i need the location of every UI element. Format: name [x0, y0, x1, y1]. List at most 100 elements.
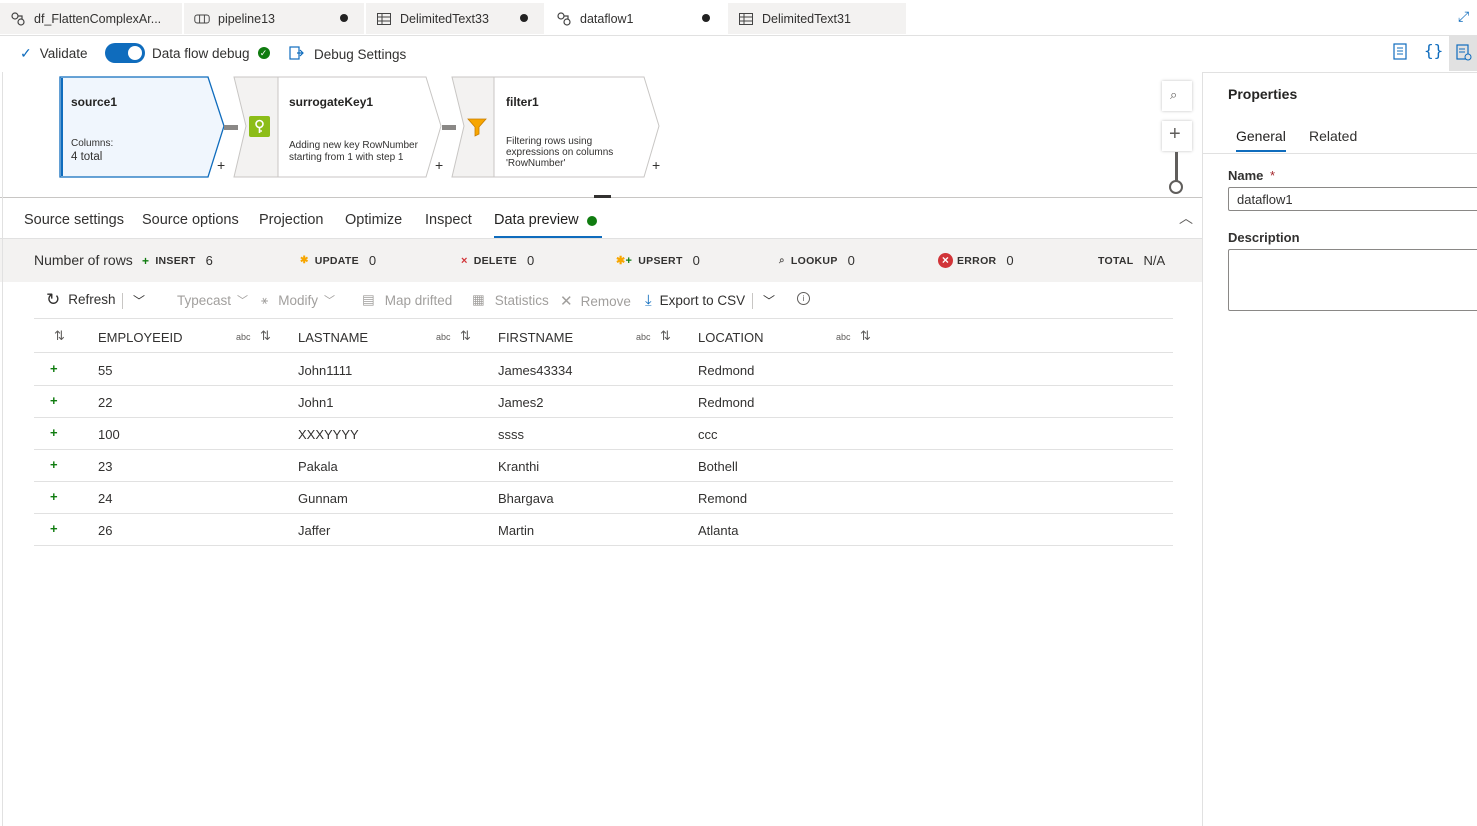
name-input-value: dataflow1 [1237, 192, 1293, 207]
info-icon[interactable]: i [797, 292, 810, 305]
config-panel-tabs: Source settings Source options Projectio… [0, 198, 1202, 239]
tab-df-flatten[interactable]: df_FlattenComplexAr... [0, 3, 182, 34]
debug-settings-button[interactable]: Debug Settings [288, 45, 406, 64]
column-header-location[interactable]: LOCATION [698, 330, 764, 345]
search-icon: ⌕ [1170, 87, 1178, 102]
insert-plus-icon: + [142, 253, 150, 268]
remove-button[interactable]: ✕ Remove [560, 292, 631, 310]
canvas-search-button[interactable]: ⌕ [1162, 81, 1192, 111]
zoom-slider-thumb[interactable] [1169, 180, 1183, 194]
add-transform-icon[interactable]: + [217, 157, 225, 173]
tab-label: df_FlattenComplexAr... [34, 11, 162, 26]
column-header-employeeid[interactable]: EMPLOYEEID [98, 330, 183, 345]
statistics-button[interactable]: ▦ Statistics [472, 292, 549, 308]
refresh-button[interactable]: ↻ Refresh [46, 291, 116, 308]
debug-toggle[interactable]: Data flow debug ✓ [105, 43, 270, 63]
surrogate-node-desc-1: Adding new key RowNumber [289, 140, 418, 151]
map-drifted-button[interactable]: ▤ Map drifted [362, 292, 452, 308]
delete-x-icon: × [461, 254, 468, 267]
stat-update-value: 0 [368, 253, 377, 268]
export-dropdown-chevron-icon[interactable]: ﹀ [763, 292, 775, 309]
name-field-label: Name * [1228, 168, 1275, 183]
tab-related[interactable]: Related [1309, 128, 1357, 144]
tab-data-preview[interactable]: Data preview [494, 212, 579, 228]
refresh-dropdown-chevron-icon[interactable]: ﹀ [133, 292, 145, 309]
cell-location: Redmond [698, 363, 755, 378]
sort-icon[interactable]: ⇅ [460, 328, 471, 344]
tab-projection[interactable]: Projection [259, 212, 323, 228]
debug-label: Data flow debug [152, 45, 250, 61]
stat-total-value: N/A [1143, 253, 1166, 268]
cell-employeeid: 100 [98, 427, 120, 442]
validate-button[interactable]: ✓ Validate [20, 45, 88, 62]
properties-toggle-button[interactable] [1449, 35, 1477, 71]
error-icon: × [938, 253, 953, 268]
export-csv-button[interactable]: ⤓ Export to CSV [645, 292, 745, 309]
column-header-firstname[interactable]: FIRSTNAME [498, 330, 573, 345]
zoom-slider-track[interactable] [1175, 152, 1178, 182]
code-view-icon[interactable] [1392, 43, 1408, 64]
table-row[interactable]: + 24 Gunnam Bhargava Remond [34, 482, 1173, 514]
stat-update: ✱ UPDATE 0 [300, 253, 376, 268]
table-row[interactable]: + 55 John1111 James43334 Redmond [34, 354, 1173, 386]
add-transform-icon[interactable]: + [435, 157, 443, 173]
sort-icon[interactable]: ⇅ [54, 328, 65, 344]
add-transform-icon[interactable]: + [652, 157, 660, 173]
zoom-in-button[interactable]: + [1162, 121, 1192, 151]
insert-row-icon: + [50, 489, 58, 504]
stat-delete: × DELETE 0 [461, 253, 534, 268]
map-drifted-label: Map drifted [384, 292, 453, 308]
close-icon: ✕ [560, 293, 573, 310]
tab-pipeline13[interactable]: pipeline13 [184, 3, 364, 34]
tab-inspect[interactable]: Inspect [425, 212, 472, 228]
tab-dataflow1[interactable]: dataflow1 [546, 3, 726, 34]
typecast-label: Typecast [177, 292, 232, 308]
tab-label: DelimitedText33 [400, 11, 489, 26]
cell-employeeid: 24 [98, 491, 113, 506]
lookup-search-icon: ⌕ [779, 255, 785, 266]
collapse-panel-icon[interactable]: ︿ [1179, 208, 1193, 228]
description-field-label: Description [1228, 230, 1300, 245]
table-row[interactable]: + 23 Pakala Kranthi Bothell [34, 450, 1173, 482]
tab-source-settings[interactable]: Source settings [24, 212, 124, 228]
table-row[interactable]: + 26 Jaffer Martin Atlanta [34, 514, 1173, 546]
tab-general[interactable]: General [1236, 128, 1286, 144]
sort-icon[interactable]: ⇅ [260, 328, 271, 344]
row-count-summary: Number of rows + INSERT 6 ✱ UPDATE 0 × D… [0, 239, 1202, 282]
toggle-switch[interactable] [105, 43, 145, 63]
expand-icon[interactable]: ⤢ [1458, 8, 1469, 25]
download-icon: ⤓ [645, 292, 652, 309]
status-ok-icon: ✓ [257, 47, 270, 59]
dataflow-canvas[interactable]: source1 Columns: 4 total + surrogateKey1… [0, 72, 1202, 198]
json-braces-icon[interactable]: {} [1424, 41, 1443, 60]
toolbar-divider [122, 293, 123, 309]
description-textarea[interactable] [1228, 249, 1477, 311]
insert-row-icon: + [50, 425, 58, 440]
tab-optimize[interactable]: Optimize [345, 212, 402, 228]
sort-icon[interactable]: ⇅ [860, 328, 871, 344]
modify-label: Modify [278, 292, 318, 308]
stat-insert: + INSERT 6 [142, 253, 213, 268]
tab-source-options[interactable]: Source options [142, 212, 239, 228]
column-header-lastname[interactable]: LASTNAME [298, 330, 368, 345]
stat-lookup-label: LOOKUP [790, 254, 838, 267]
toolbar-divider [752, 293, 753, 309]
sort-icon[interactable]: ⇅ [660, 328, 671, 344]
chevron-down-icon: ﹀ [323, 295, 335, 307]
modify-button[interactable]: ⚹ Modify ﹀ [261, 292, 335, 308]
tab-delimitedtext31[interactable]: DelimitedText31 [728, 3, 906, 34]
tab-label: dataflow1 [580, 11, 634, 26]
table-row[interactable]: + 100 XXXYYYY ssss ccc [34, 418, 1173, 450]
cell-lastname: Gunnam [298, 491, 348, 506]
type-badge: abc [436, 332, 451, 342]
stat-total-label: TOTAL [1098, 254, 1134, 267]
table-row[interactable]: + 22 John1 James2 Redmond [34, 386, 1173, 418]
insert-row-icon: + [50, 393, 58, 408]
cell-location: ccc [698, 427, 718, 442]
name-input[interactable]: dataflow1 [1228, 187, 1477, 211]
debug-settings-icon [288, 45, 304, 64]
type-badge: abc [236, 332, 251, 342]
tab-delimitedtext33[interactable]: DelimitedText33 [366, 3, 544, 34]
typecast-button[interactable]: Typecast ﹀ [177, 292, 248, 308]
stat-error: × ERROR 0 [938, 253, 1014, 268]
